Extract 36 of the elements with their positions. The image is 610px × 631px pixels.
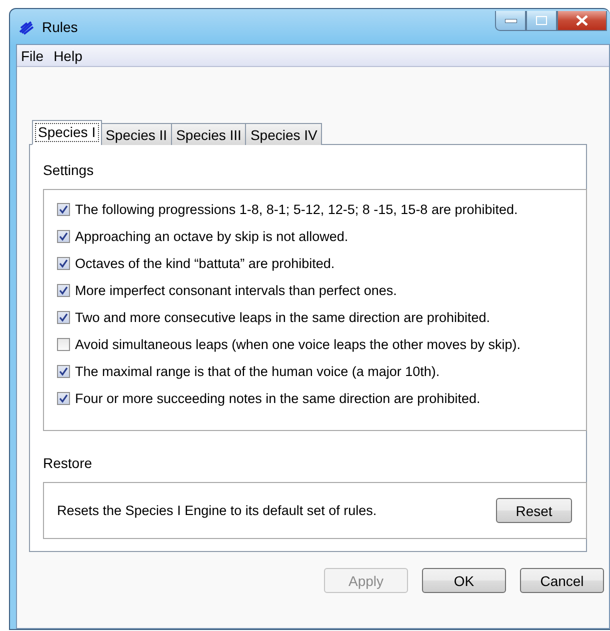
checkbox[interactable] xyxy=(57,257,70,270)
tab[interactable]: Species III xyxy=(171,123,246,145)
app-icon xyxy=(18,18,34,34)
menu-item[interactable]: Help xyxy=(54,48,82,64)
maximize-button[interactable] xyxy=(526,11,557,31)
tab[interactable]: Species IV xyxy=(245,123,322,145)
checkbox[interactable] xyxy=(57,230,70,243)
rule-label[interactable]: Octaves of the kind “battuta” are prohibited. xyxy=(75,256,335,271)
checkbox[interactable] xyxy=(57,311,70,324)
close-button[interactable] xyxy=(557,11,607,31)
maximize-icon xyxy=(536,16,547,25)
checkbox[interactable] xyxy=(57,365,70,378)
window-title: Rules xyxy=(42,18,78,34)
tab[interactable]: Species II xyxy=(100,123,172,145)
rule-label[interactable]: Two and more consecutive leaps in the same direction are prohibited. xyxy=(75,310,490,325)
close-icon xyxy=(576,15,588,26)
rule-label[interactable]: The maximal range is that of the human voice (a major 10th). xyxy=(75,364,440,379)
dialog-button[interactable]: OK xyxy=(422,568,506,593)
minimize-button[interactable] xyxy=(495,11,526,31)
checkbox[interactable] xyxy=(57,338,70,351)
menu-item[interactable]: File xyxy=(21,48,44,64)
checkbox[interactable] xyxy=(57,203,70,216)
checkbox[interactable] xyxy=(57,284,70,297)
minimize-icon xyxy=(504,18,516,22)
rule-label[interactable]: More imperfect consonant intervals than perfect ones. xyxy=(75,283,397,298)
rule-label[interactable]: Four or more succeeding notes in the same direction are prohibited. xyxy=(75,391,480,406)
rule-label[interactable]: Approaching an octave by skip is not allowed. xyxy=(75,229,348,244)
rule-label[interactable]: Avoid simultaneous leaps (when one voice leaps the other moves by skip). xyxy=(75,337,520,352)
checkbox[interactable] xyxy=(57,392,70,405)
reset-button[interactable]: Reset xyxy=(496,498,572,523)
group-title: Restore xyxy=(43,455,94,471)
tab[interactable]: Species I xyxy=(32,120,102,145)
restore-description: Resets the Species I Engine to its default set of rules. xyxy=(57,503,377,518)
group-title: Settings xyxy=(43,162,95,178)
dialog-button[interactable]: Cancel xyxy=(520,568,604,593)
rule-label[interactable]: The following progressions 1-8, 8-1; 5-12, 12-5; 8 -15, 15-8 are prohibited. xyxy=(75,202,518,217)
